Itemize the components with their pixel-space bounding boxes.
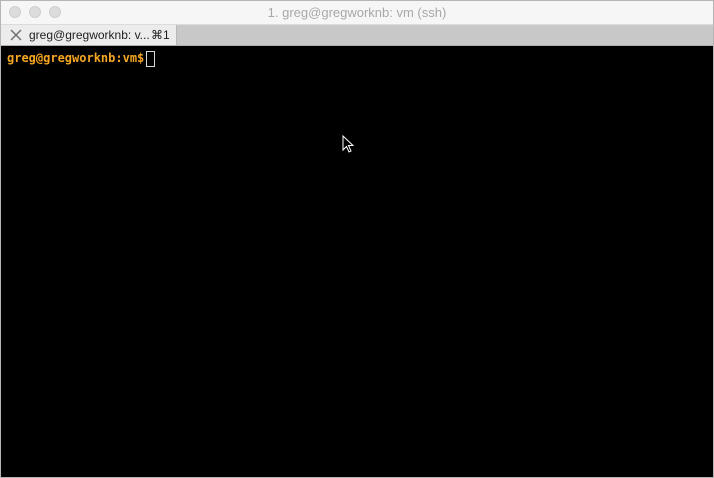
- prompt-line: greg@gregworknb:vm$: [7, 50, 156, 67]
- tab-session-1[interactable]: greg@gregworknb: v... ⌘1: [1, 25, 177, 45]
- tab-label: greg@gregworknb: v...: [29, 28, 150, 42]
- window-title: 1. greg@gregworknb: vm (ssh): [267, 5, 447, 20]
- tab-bar: greg@gregworknb: v... ⌘1: [1, 25, 713, 46]
- shell-prompt: greg@gregworknb:vm$: [7, 51, 145, 65]
- close-x-icon[interactable]: [9, 28, 23, 42]
- terminal-window: 1. greg@gregworknb: vm (ssh) greg@gregwo…: [0, 0, 714, 478]
- text-cursor: [146, 51, 156, 67]
- tab-shortcut: ⌘1: [151, 28, 170, 42]
- arrow-pointer-icon: [342, 135, 354, 153]
- terminal-output[interactable]: greg@gregworknb:vm$: [1, 46, 713, 477]
- title-bar[interactable]: 1. greg@gregworknb: vm (ssh): [1, 1, 713, 25]
